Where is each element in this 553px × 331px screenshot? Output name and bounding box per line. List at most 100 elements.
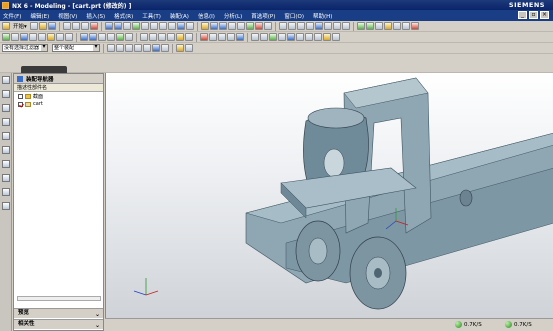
paste-icon[interactable] [80,22,89,30]
constraint-icon[interactable] [38,33,46,41]
pattern-icon[interactable] [314,22,323,30]
restore-icon[interactable]: ▫ [529,11,538,19]
boss-icon[interactable] [236,22,245,30]
analysis-icon[interactable] [410,22,419,30]
menu-tools[interactable]: 工具(T) [142,12,161,20]
undo-icon[interactable] [104,22,113,30]
copy-icon[interactable] [71,22,80,30]
unsuppress-icon[interactable] [227,33,235,41]
show-all-icon[interactable] [269,33,277,41]
line-icon[interactable] [140,33,148,41]
wcs-icon[interactable] [305,33,313,41]
snap-existing-icon[interactable] [161,44,169,52]
assembly-scope-combo[interactable]: 整个装配 [52,44,100,52]
web-browser-tab-icon[interactable] [2,132,10,140]
revolve-icon[interactable] [218,22,227,30]
zoom-icon[interactable] [149,22,158,30]
add-component-icon[interactable] [20,33,28,41]
pan-icon[interactable] [158,22,167,30]
part-navigator-tab-icon[interactable] [2,104,10,112]
edit-feature-icon[interactable] [200,33,208,41]
mirror-assembly-icon[interactable] [56,33,64,41]
edit-object-display-icon[interactable] [296,33,304,41]
snap-intersection-icon[interactable] [134,44,142,52]
expressions-icon[interactable] [323,33,331,41]
menu-assembly[interactable]: 装配(A) [170,12,189,20]
selection-filter-combo[interactable]: 没有选择过滤器 [2,44,48,52]
assembly-icon[interactable] [2,33,10,41]
snap-midpoint-icon[interactable] [116,44,124,52]
snap-endpoint-icon[interactable] [107,44,115,52]
measure-icon[interactable] [383,22,392,30]
fit-view-icon[interactable] [140,22,149,30]
minimize-icon[interactable]: _ [518,11,527,19]
menu-window[interactable]: 窗口(O) [284,12,304,20]
replay-icon[interactable] [236,33,244,41]
shell-icon[interactable] [296,22,305,30]
assembly-navigator-tab-icon[interactable] [2,76,10,84]
offset-curve-icon[interactable] [167,33,175,41]
dependencies-panel[interactable]: 相关性 ⌄ [14,319,103,329]
constraint-navigator-tab-icon[interactable] [2,90,10,98]
menu-insert[interactable]: 插入(S) [86,12,105,20]
surface-icon[interactable] [80,33,88,41]
select-all-icon[interactable] [176,44,184,52]
new-file-icon[interactable] [29,22,38,30]
navigator-splitter[interactable] [17,296,101,301]
new-component-icon[interactable] [29,33,37,41]
project-curve-icon[interactable] [176,33,184,41]
history-tab-icon[interactable] [2,146,10,154]
redo-icon[interactable] [113,22,122,30]
trim-body-icon[interactable] [332,22,341,30]
start-button[interactable]: 开始▾ [13,22,27,30]
point-icon[interactable] [374,22,383,30]
thicken-icon[interactable] [125,33,133,41]
suppress-icon[interactable] [218,33,226,41]
menu-information[interactable]: 信息(I) [198,12,215,20]
invert-icon[interactable] [260,33,268,41]
through-curves-icon[interactable] [89,33,97,41]
visibility-checkbox[interactable] [18,93,23,99]
transform-icon[interactable] [332,33,340,41]
snap-quadrant-icon[interactable] [152,44,160,52]
menu-view[interactable]: 视图(V) [58,12,77,20]
chamfer-icon[interactable] [287,22,296,30]
section-view-icon[interactable] [392,22,401,30]
process-studio-tab-icon[interactable] [2,174,10,182]
wireframe-icon[interactable] [185,22,194,30]
save-icon[interactable] [47,22,56,30]
sew-icon[interactable] [116,33,124,41]
roles-tab-icon[interactable] [2,202,10,210]
chevron-down-icon[interactable]: ⌄ [95,321,100,330]
start-icon[interactable] [2,22,10,30]
datum-plane-icon[interactable] [356,22,365,30]
tree-item-cart[interactable]: cart [14,100,103,108]
draft-icon[interactable] [305,22,314,30]
offset-surface-icon[interactable] [107,33,115,41]
swept-icon[interactable] [98,33,106,41]
show-hide-icon[interactable] [251,33,259,41]
reuse-library-tab-icon[interactable] [2,118,10,126]
split-body-icon[interactable] [341,22,350,30]
subtract-icon[interactable] [254,22,263,30]
extrude-icon[interactable] [209,22,218,30]
unite-icon[interactable] [245,22,254,30]
hide-icon[interactable] [278,33,286,41]
snap-control-icon[interactable] [125,44,133,52]
arc-icon[interactable] [149,33,157,41]
edge-blend-icon[interactable] [278,22,287,30]
menu-help[interactable]: 帮助(H) [313,12,332,20]
manufacturing-wizard-tab-icon[interactable] [2,188,10,196]
command-finder-icon[interactable] [122,22,131,30]
color-icon[interactable] [401,22,410,30]
wcs-orient-icon[interactable] [314,33,322,41]
hole-icon[interactable] [227,22,236,30]
menu-edit[interactable]: 编辑(E) [30,12,49,20]
menu-preferences[interactable]: 首选项(P) [251,12,275,20]
menu-analysis[interactable]: 分析(L) [224,12,242,20]
cart-model[interactable] [106,73,553,318]
graphics-window[interactable] [105,73,553,318]
menu-format[interactable]: 格式(R) [114,12,133,20]
column-header[interactable]: 描述性部件名 [14,84,103,92]
layer-icon[interactable] [131,22,140,30]
